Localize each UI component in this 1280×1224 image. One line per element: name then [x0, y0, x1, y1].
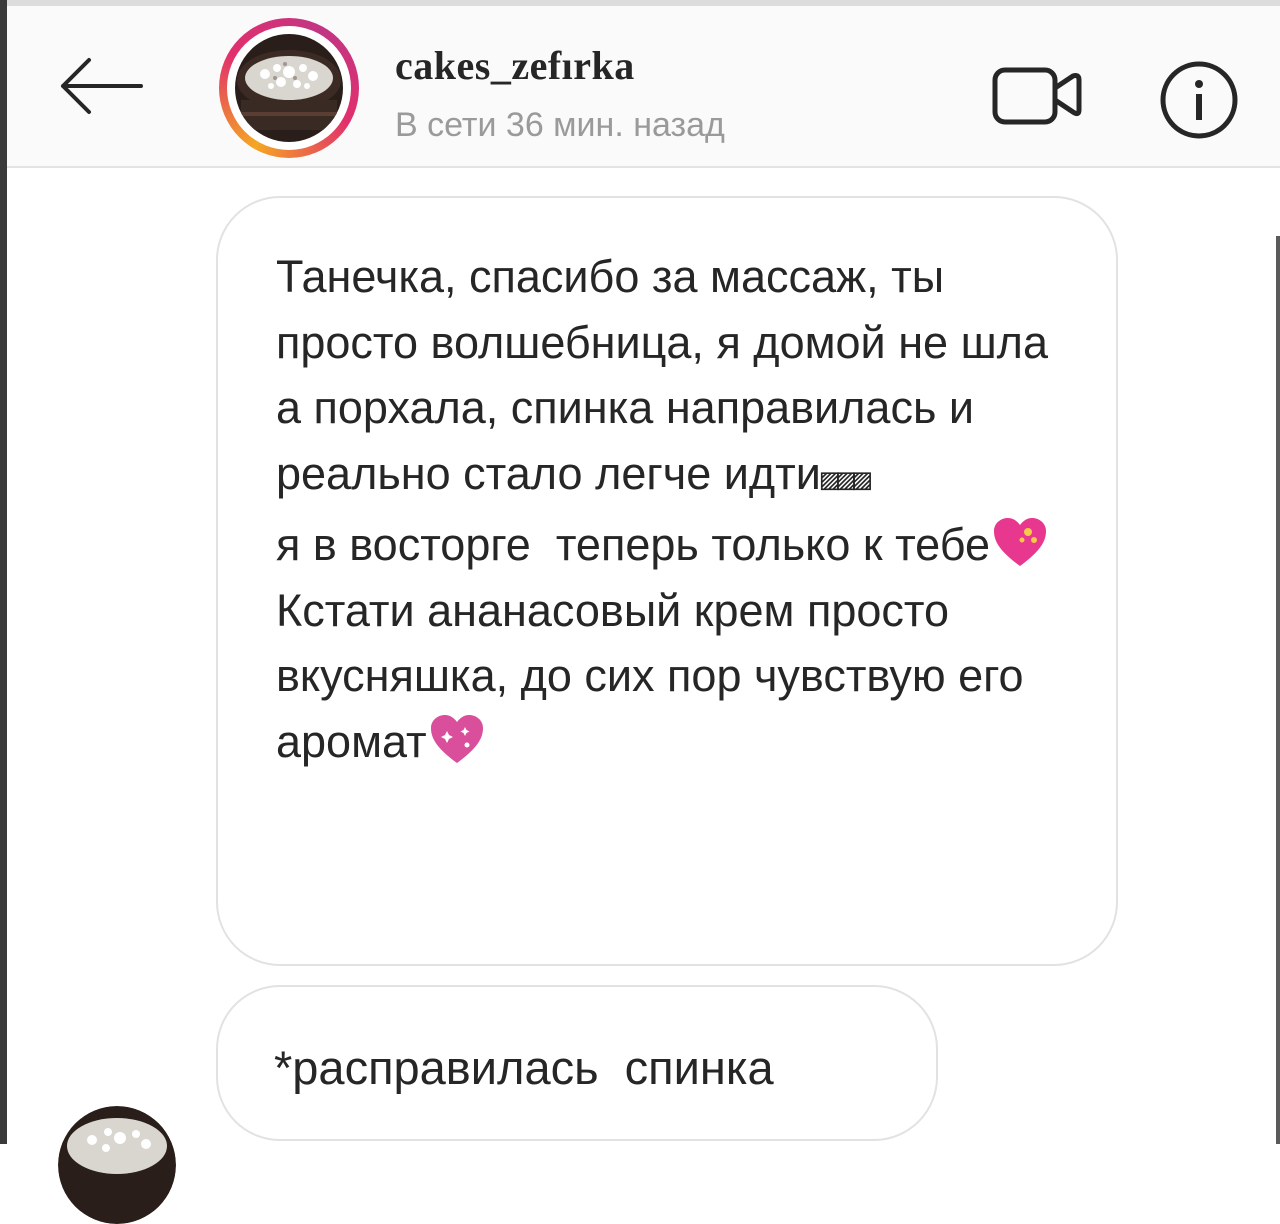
screenshot-right-edge: [1276, 236, 1280, 1144]
message-part-3: Кстати ананасовый крем просто вкусняшка,…: [276, 584, 1037, 767]
sparkle-heart-emoji-icon: [430, 714, 483, 763]
heart-emoji-icon: [994, 518, 1047, 566]
message-part-1: Танечка, спасибо за массаж, ты просто во…: [276, 251, 1061, 499]
chat-header: cakes_zefırka В сети 36 мин. назад: [7, 6, 1280, 168]
info-icon[interactable]: [1157, 58, 1241, 142]
screenshot-left-edge: [0, 0, 7, 1144]
emoji-placeholder-glyphs: ▨▨▨: [820, 461, 871, 497]
back-arrow-icon[interactable]: [55, 54, 145, 118]
sender-avatar[interactable]: [58, 1106, 176, 1224]
chat-username[interactable]: cakes_zefırka: [395, 42, 635, 89]
cake-image: [235, 34, 343, 142]
avatar-inner: [227, 26, 351, 150]
message-text: Танечка, спасибо за массаж, ты просто во…: [276, 244, 1076, 774]
message-part-2: я в восторге теперь только к тебе: [276, 519, 991, 570]
avatar[interactable]: [219, 18, 359, 158]
online-status: В сети 36 мин. назад: [395, 106, 725, 144]
video-call-icon[interactable]: [989, 62, 1085, 126]
message-bubble-correction[interactable]: *расправилась спинка: [216, 985, 938, 1141]
message-bubble[interactable]: Танечка, спасибо за массаж, ты просто во…: [216, 196, 1118, 966]
message-text: *расправилась спинка: [274, 1041, 774, 1094]
